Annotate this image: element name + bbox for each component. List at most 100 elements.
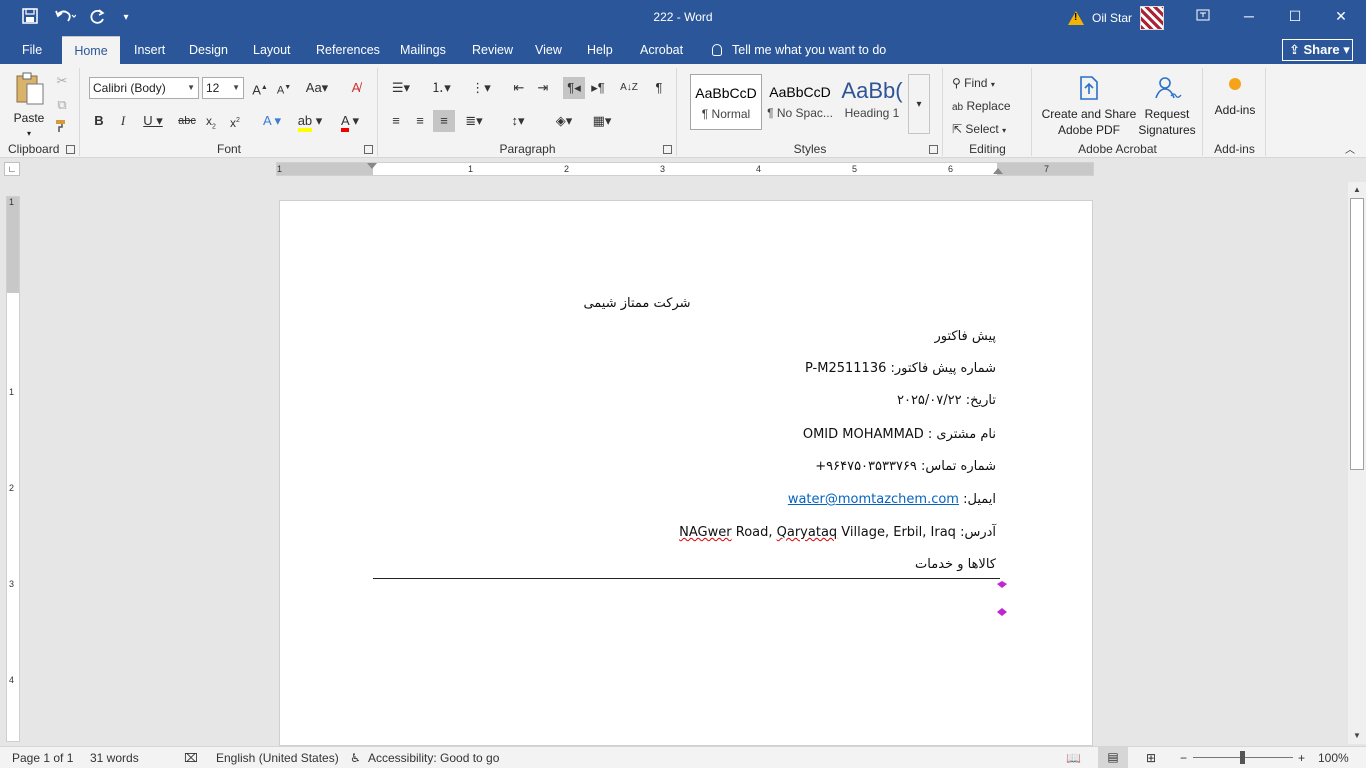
rtl-paragraph-icon[interactable]: ¶◂	[563, 77, 585, 99]
accessibility-status[interactable]: Accessibility: Good to go	[368, 750, 499, 766]
align-center-icon[interactable]: ≡	[411, 110, 429, 132]
subscript-icon[interactable]: x2	[201, 110, 221, 132]
cut-icon[interactable]: ✂	[52, 70, 72, 92]
word-count[interactable]: 31 words	[90, 750, 139, 766]
first-line-indent-marker[interactable]	[367, 163, 377, 169]
multilevel-list-icon[interactable]: ⋮▾	[465, 77, 497, 99]
tab-help[interactable]: Help	[577, 36, 623, 64]
language-indicator[interactable]: English (United States)	[216, 750, 339, 766]
tab-file[interactable]: File	[12, 36, 52, 64]
goods-heading[interactable]: کالاها و خدمات	[915, 557, 996, 572]
clear-formatting-icon[interactable]: A̸	[347, 77, 365, 99]
style-no-spacing[interactable]: AaBbCcD ¶ No Spac...	[764, 74, 836, 130]
tab-home[interactable]: Home	[62, 36, 120, 64]
style-heading-1[interactable]: AaBb( Heading 1	[836, 74, 908, 130]
user-area[interactable]: Oil Star	[1068, 6, 1165, 30]
replace-button[interactable]: ab Replace	[952, 95, 1028, 117]
tab-references[interactable]: References	[306, 36, 390, 64]
read-mode-icon[interactable]: 📖	[1066, 750, 1081, 766]
paste-button[interactable]: Paste ▾	[8, 72, 50, 142]
grow-font-icon[interactable]: A▲	[251, 77, 269, 99]
shading-icon[interactable]: ◈▾	[549, 110, 579, 132]
vertical-scrollbar[interactable]: ▲ ▼	[1348, 182, 1366, 744]
italic-icon[interactable]: I	[115, 110, 131, 132]
line-spacing-icon[interactable]: ↕▾	[503, 110, 533, 132]
tab-selector[interactable]: ∟	[4, 162, 20, 176]
document-page[interactable]: شرکت ممتاز شیمی پیش فاکتور شماره پیش فاک…	[279, 200, 1093, 746]
highlight-color-icon[interactable]: ab ▾	[293, 110, 327, 132]
scroll-up-icon[interactable]: ▲	[1348, 182, 1366, 198]
tell-me-search[interactable]: Tell me what you want to do	[712, 36, 886, 64]
styles-launcher-icon[interactable]	[929, 145, 938, 154]
strikethrough-icon[interactable]: abc	[177, 110, 197, 132]
add-ins-button[interactable]: Add-ins	[1210, 78, 1260, 118]
horizontal-ruler[interactable]: 1 1 2 3 4 5 6 7	[276, 162, 1094, 176]
invoice-number-line[interactable]: شماره پیش فاکتور: P-M2511136	[805, 361, 996, 376]
address-line[interactable]: آدرس: NAGwer Road, Qaryataq Village, Erb…	[679, 525, 996, 540]
select-button[interactable]: ⇱ Select ▾	[952, 118, 1028, 140]
tab-view[interactable]: View	[525, 36, 572, 64]
phone-line[interactable]: شماره تماس: +۹۶۴۷۵۰۳۵۳۳۷۶۹	[815, 459, 996, 474]
scroll-down-icon[interactable]: ▼	[1348, 728, 1366, 744]
customer-line[interactable]: نام مشتری : OMID MOHAMMAD	[803, 427, 996, 442]
tab-acrobat[interactable]: Acrobat	[630, 36, 693, 64]
bullets-icon[interactable]: ☰▾	[385, 77, 417, 99]
doc-heading[interactable]: پیش فاکتور	[934, 329, 996, 344]
increase-indent-icon[interactable]: ⇥	[533, 77, 553, 99]
scroll-thumb[interactable]	[1350, 198, 1364, 470]
bold-icon[interactable]: B	[91, 110, 107, 132]
zoom-out-icon[interactable]: −	[1180, 750, 1187, 766]
maximize-icon[interactable]: ☐	[1272, 0, 1318, 32]
date-line[interactable]: تاریخ: ۲۰۲۵/۰۷/۲۲	[897, 393, 996, 408]
email-link[interactable]: water@momtazchem.com	[788, 492, 959, 507]
change-case-icon[interactable]: Aa▾	[303, 77, 331, 99]
tab-insert[interactable]: Insert	[124, 36, 175, 64]
tab-layout[interactable]: Layout	[243, 36, 301, 64]
zoom-slider-thumb[interactable]	[1240, 751, 1245, 764]
company-name[interactable]: شرکت ممتاز شیمی	[280, 296, 1094, 311]
zoom-level[interactable]: 100%	[1318, 750, 1349, 766]
tab-design[interactable]: Design	[179, 36, 238, 64]
tab-review[interactable]: Review	[462, 36, 523, 64]
underline-icon[interactable]: U ▾	[139, 110, 167, 132]
align-right-icon[interactable]: ≡	[433, 110, 455, 132]
web-layout-icon[interactable]: ⊞	[1146, 750, 1156, 766]
ribbon-display-options-icon[interactable]	[1180, 0, 1226, 32]
style-normal[interactable]: AaBbCcD ¶ Normal	[690, 74, 762, 130]
justify-icon[interactable]: ≣▾	[459, 110, 489, 132]
request-signatures-button[interactable]: Request Signatures	[1135, 74, 1199, 138]
print-layout-icon[interactable]: ▤	[1098, 747, 1128, 768]
find-button[interactable]: ⚲ Find ▾	[952, 72, 1028, 94]
paste-dropdown-icon[interactable]: ▾	[8, 126, 50, 142]
page-count[interactable]: Page 1 of 1	[12, 750, 73, 766]
superscript-icon[interactable]: x2	[225, 110, 245, 132]
create-share-pdf-button[interactable]: Create and Share Adobe PDF	[1041, 74, 1137, 138]
collapse-ribbon-icon[interactable]: ︿	[1340, 140, 1360, 162]
numbering-icon[interactable]: ⒈▾	[425, 77, 457, 99]
styles-more-icon[interactable]: ▾	[908, 74, 930, 134]
vertical-ruler[interactable]: 1 1 2 3 4	[6, 196, 20, 742]
font-size-select[interactable]: 12 ▼	[202, 77, 244, 99]
share-button[interactable]: ⇪ Share ▾	[1282, 39, 1353, 61]
right-indent-marker[interactable]	[993, 168, 1003, 174]
ltr-paragraph-icon[interactable]: ▸¶	[587, 77, 609, 99]
sort-icon[interactable]: A↓Z	[619, 77, 639, 99]
close-icon[interactable]: ✕	[1318, 0, 1364, 32]
shrink-font-icon[interactable]: A▼	[275, 77, 293, 99]
font-family-select[interactable]: Calibri (Body) ▼	[89, 77, 199, 99]
zoom-in-icon[interactable]: +	[1298, 750, 1305, 766]
clipboard-launcher-icon[interactable]	[66, 145, 75, 154]
align-left-icon[interactable]: ≡	[387, 110, 405, 132]
show-formatting-icon[interactable]: ¶	[649, 77, 669, 99]
format-painter-icon[interactable]	[52, 118, 72, 140]
email-line[interactable]: ایمیل: water@momtazchem.com	[788, 492, 996, 507]
copy-icon[interactable]: ⧉	[52, 94, 72, 116]
minimize-icon[interactable]: ─	[1226, 0, 1272, 32]
text-effects-icon[interactable]: A ▾	[257, 110, 287, 132]
font-launcher-icon[interactable]	[364, 145, 373, 154]
borders-icon[interactable]: ▦▾	[587, 110, 617, 132]
decrease-indent-icon[interactable]: ⇤	[509, 77, 529, 99]
proofing-icon[interactable]: ⌧	[184, 750, 198, 766]
font-color-icon[interactable]: A ▾	[333, 110, 367, 132]
paragraph-launcher-icon[interactable]	[663, 145, 672, 154]
